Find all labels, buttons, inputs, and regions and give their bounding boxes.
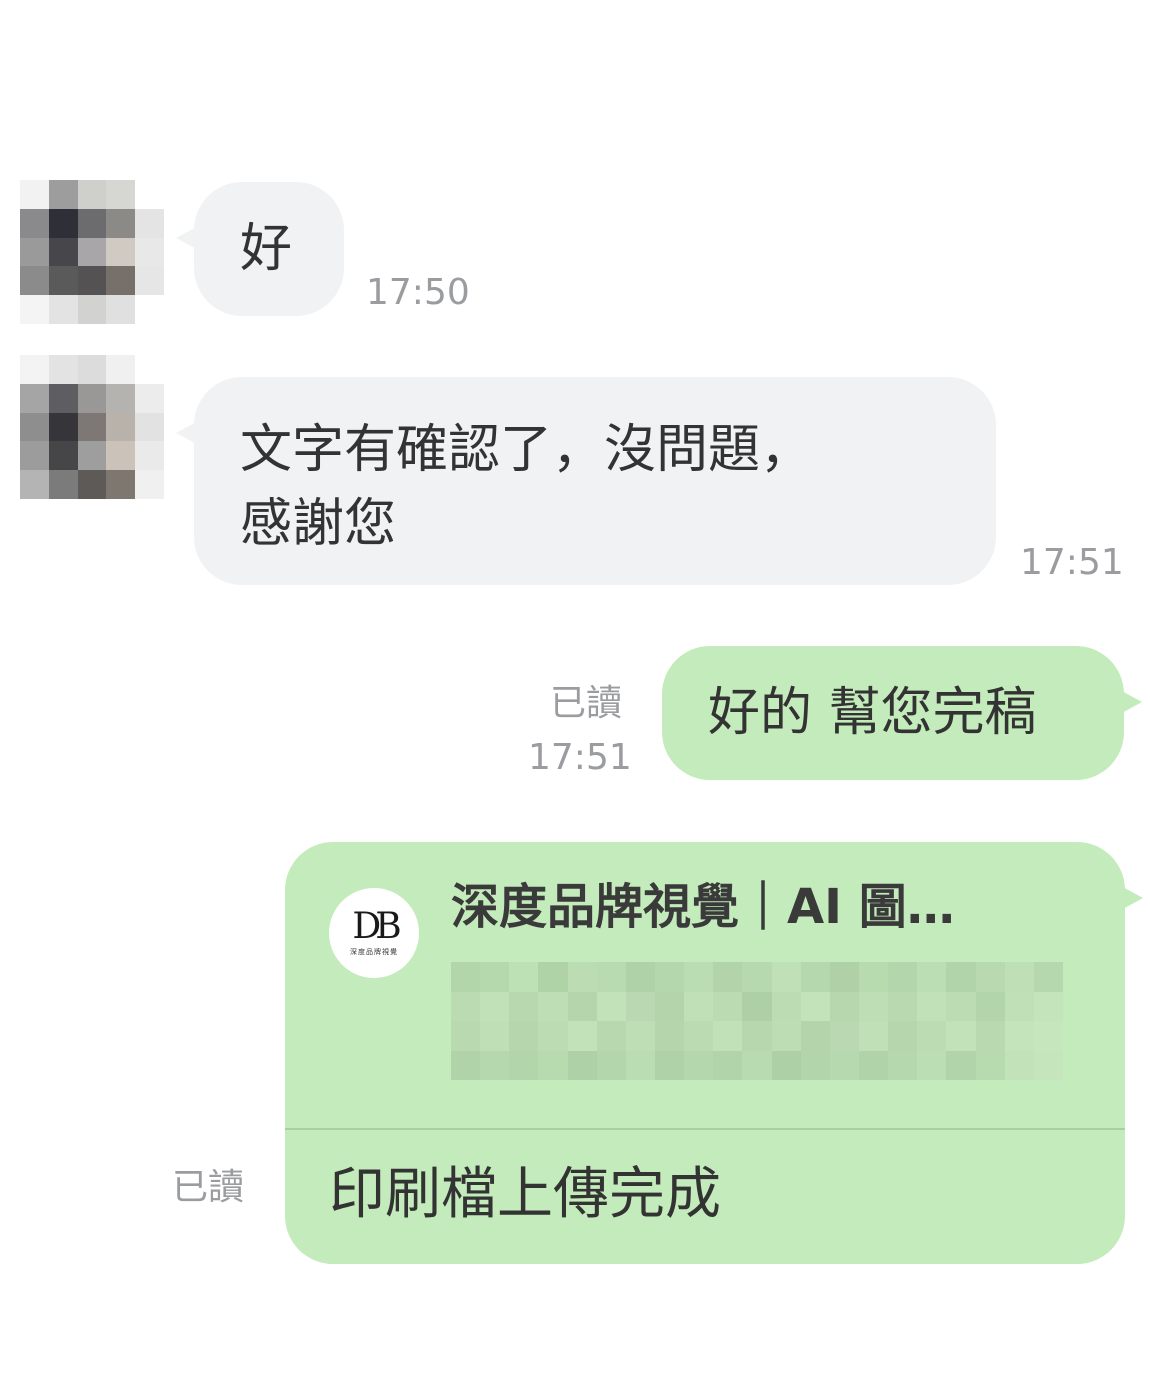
link-preview-header[interactable]: DB 深度品牌視覺 深度品牌視覺｜AI 圖… (285, 842, 1125, 1128)
sender-avatar[interactable] (20, 180, 164, 324)
incoming-message-bubble[interactable]: 文字有確認了，沒問題， 感謝您 (176, 377, 996, 585)
logo-monogram: DB (352, 906, 401, 947)
card-divider (285, 1128, 1125, 1130)
logo-subtext: 深度品牌視覺 (350, 948, 398, 956)
message-timestamp: 17:51 (1020, 542, 1124, 583)
message-timestamp: 17:51 (528, 737, 632, 778)
link-card-caption: 印刷檔上傳完成 (329, 1162, 721, 1227)
read-receipt: 已讀 (550, 683, 623, 724)
outgoing-message-bubble[interactable]: 好的 幫您完稿 (662, 646, 1142, 780)
sender-avatar[interactable] (20, 355, 164, 499)
brand-logo-icon: DB 深度品牌視覺 (329, 888, 419, 978)
link-preview-title: 深度品牌視覺｜AI 圖… (451, 879, 955, 935)
message-timestamp: 17:50 (366, 272, 470, 313)
link-preview-card[interactable]: DB 深度品牌視覺 深度品牌視覺｜AI 圖… 印刷檔上傳完成 (285, 842, 1143, 1264)
read-receipt: 已讀 (172, 1167, 245, 1208)
incoming-message-bubble[interactable]: 好 (176, 182, 344, 316)
message-text: 好 (240, 219, 293, 279)
link-preview-description-blurred (451, 962, 1063, 1080)
message-text: 好的 幫您完稿 (708, 683, 1037, 743)
message-text: 文字有確認了，沒問題， 感謝您 (240, 420, 813, 554)
